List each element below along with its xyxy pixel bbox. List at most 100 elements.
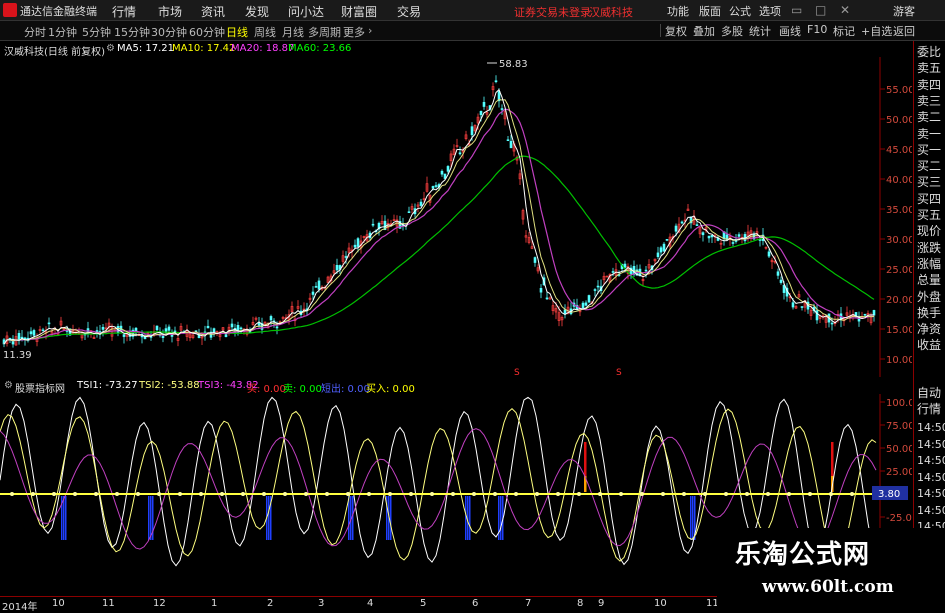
indicator-tick-label: -25.00 [886, 513, 912, 524]
tab-5min[interactable]: 5分钟 [82, 24, 111, 40]
tab-monthly[interactable]: 月线 [282, 24, 304, 40]
quote-field-label: 委比 [917, 45, 942, 59]
ma10-line [3, 98, 875, 345]
date-tick-label: 10 [52, 598, 65, 609]
indicator-tick-label: 75.00 [886, 421, 912, 432]
quote-field-label: 买二 [917, 159, 942, 174]
tick-time: 14:50 [917, 454, 945, 467]
adjust-button[interactable]: 复权 [665, 23, 687, 39]
indicator-info-bar: ⚙ 股票指标网 TSI1: -73.27 TSI2: -53.88 TSI3: … [0, 378, 912, 395]
menu-options[interactable]: 选项 [759, 3, 781, 19]
short-label: 短出: 0.00 [321, 384, 370, 395]
s-marker: S [514, 368, 520, 377]
indicator-gear-icon[interactable]: ⚙ [4, 380, 13, 391]
more-arrow-icon[interactable]: › [368, 24, 372, 37]
price-tick-label: 40.00 [886, 175, 912, 186]
minimize-icon[interactable]: ▭ [791, 3, 802, 17]
tab-weekly[interactable]: 周线 [254, 24, 276, 40]
date-tick-label: 4 [367, 598, 374, 609]
date-tick-label: 12 [153, 598, 166, 609]
tick-time: 14:50 [917, 487, 945, 500]
quote-field-label: 收益 [917, 338, 942, 353]
date-tick-label: 8 [577, 598, 584, 609]
watermark-url: www.60lt.com [762, 577, 894, 597]
buy-label: 买: 0.00 [247, 384, 286, 395]
low-price-label: 11.39 [3, 350, 32, 361]
date-tick-label: 2014年 [2, 602, 38, 613]
login-warning[interactable]: 证券交易未登录 [514, 4, 591, 20]
quote-field-label: 卖五 [917, 61, 942, 76]
quote-field-label: 买三 [917, 175, 942, 190]
quote-field-label: 总量 [917, 273, 942, 288]
mark-button[interactable]: 标记 [833, 23, 855, 39]
auto-quote-toggle[interactable]: 行情 [917, 400, 941, 417]
menu-formula[interactable]: 公式 [729, 3, 751, 19]
tick-time: 14:50 [917, 503, 945, 517]
zero-line-dots [10, 492, 854, 496]
quote-field-label: 外盘 [917, 289, 942, 304]
price-tick-label: 20.00 [886, 295, 912, 306]
date-tick-label: 2 [267, 598, 274, 609]
date-tick-label: 7 [525, 598, 532, 609]
quote-field-label: 净资 [917, 322, 942, 337]
candlestick-chart[interactable]: 55.00 50.00 45.00 40.00 35.00 30.00 25.00 20.00… [0, 57, 912, 377]
ma10-label: MA10: 17.42 [172, 43, 236, 54]
quote-field-label: 买五 [917, 208, 942, 222]
watermark-overlay: 乐淘公式网 www.60lt.com [717, 528, 945, 606]
close-icon[interactable]: ✕ [840, 3, 850, 17]
back-button[interactable]: 返回 [893, 23, 915, 39]
quote-field-label: 卖一 [917, 126, 942, 141]
multi-stock-button[interactable]: 多股 [721, 23, 743, 39]
price-tick-label: 30.00 [886, 235, 912, 246]
tab-60min[interactable]: 60分钟 [189, 24, 225, 40]
menu-market[interactable]: 市场 [158, 3, 182, 20]
menu-wealth[interactable]: 财富圈 [341, 3, 377, 20]
tab-daily[interactable]: 日线 [226, 24, 248, 40]
indicator-tick-label: 100.00 [886, 398, 912, 409]
f10-button[interactable]: F10 [807, 23, 827, 36]
overlay-button[interactable]: 叠加 [693, 23, 715, 39]
tab-30min[interactable]: 30分钟 [151, 24, 187, 40]
right-quote-panel: 委比 卖五 卖四 卖三 卖二 卖一 买一 买二 买三 买四 买五 现价 涨跌 涨幅 总量 外盘 换手 净资 收益 自动… [913, 41, 945, 596]
period-toolbar: 分时 1分钟 5分钟 15分钟 30分钟 60分钟 日线 周线 月线 多周期 更… [0, 21, 945, 41]
indicator-name[interactable]: 股票指标网 [15, 380, 65, 395]
quote-field-label: 买四 [917, 191, 942, 206]
tab-timeshare[interactable]: 分时 [24, 24, 46, 40]
tab-more[interactable]: 更多 [343, 24, 365, 40]
tick-time: 14:50 [917, 421, 945, 434]
menu-news[interactable]: 资讯 [201, 3, 225, 20]
indicator-tick-label: 50.00 [886, 444, 912, 455]
menu-function[interactable]: 功能 [667, 3, 689, 19]
user-guest[interactable]: 游客 [893, 3, 915, 19]
candles [2, 75, 876, 348]
menu-quotes[interactable]: 行情 [112, 3, 136, 20]
sell-label: 卖: 0.00 [283, 384, 322, 395]
tab-multi-period[interactable]: 多周期 [308, 24, 341, 40]
date-tick-label: 6 [472, 598, 479, 609]
menu-trade[interactable]: 交易 [397, 3, 421, 20]
tick-time: 14:50 [917, 437, 945, 451]
menu-ask[interactable]: 问小达 [288, 3, 324, 20]
watermark-title: 乐淘公式网 [735, 540, 871, 570]
date-tick-label: 3 [318, 598, 325, 609]
auto-quote-toggle[interactable]: 自动 [917, 384, 941, 401]
add-favorite-button[interactable]: +自选 [861, 23, 892, 39]
indicator-axis-labels: 100.0075.0050.0025.000.00-25.00 [880, 398, 912, 524]
tab-15min[interactable]: 15分钟 [114, 24, 150, 40]
menu-discover[interactable]: 发现 [245, 3, 269, 20]
menu-bar: 通达信金融终端 行情 市场 资讯 发现 问小达 财富圈 交易 证券交易未登录 汉… [0, 0, 945, 21]
stats-button[interactable]: 统计 [749, 23, 771, 39]
tab-1min[interactable]: 1分钟 [48, 24, 77, 40]
quote-field-label: 卖二 [917, 110, 942, 125]
settings-gear-icon[interactable]: ⚙ [106, 43, 115, 54]
high-annotation: 58.83 [487, 59, 528, 70]
price-tick-label: 45.00 [886, 145, 912, 156]
maximize-icon[interactable]: □ [815, 3, 826, 17]
menu-layout[interactable]: 版面 [699, 3, 721, 19]
date-tick-label: 11 [102, 598, 115, 609]
price-gridlines: 55.00 50.00 45.00 40.00 35.00 30.00 25.00 20.00… [880, 85, 912, 366]
draw-line-button[interactable]: 画线 [779, 23, 801, 39]
date-tick-label: 1 [211, 598, 218, 609]
price-tick-label: 10.00 [886, 355, 912, 366]
app-logo-icon [3, 3, 17, 17]
